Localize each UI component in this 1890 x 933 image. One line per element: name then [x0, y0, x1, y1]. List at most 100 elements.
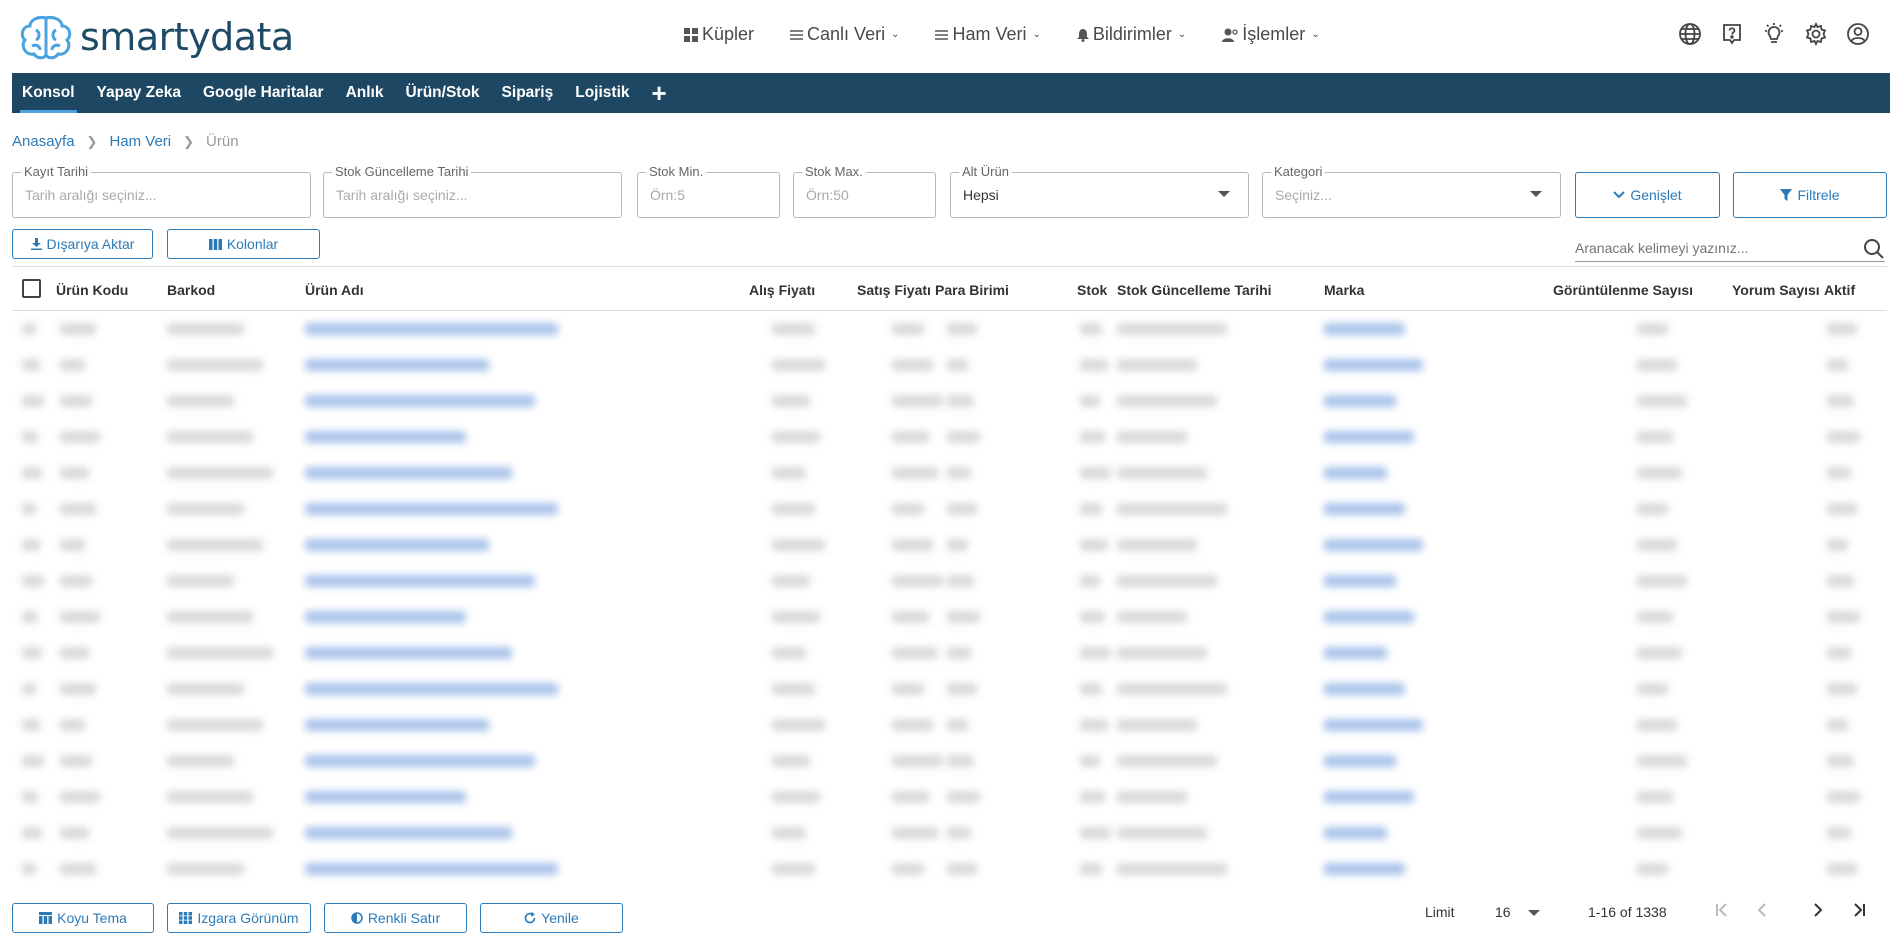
stok-guncelleme-tarihi-field[interactable]: Stok Güncelleme Tarihi Tarih aralığı seç… [323, 164, 622, 218]
search-input[interactable] [1575, 236, 1845, 260]
column-header-alis-fiyati[interactable]: Alış Fiyatı [749, 282, 815, 298]
columns-button[interactable]: Kolonlar [167, 229, 320, 259]
table-cell-placeholder[interactable] [305, 611, 466, 623]
topnav-kupler[interactable]: Küpler [684, 24, 754, 45]
search-icon[interactable] [1863, 238, 1885, 260]
tab-lojistik[interactable]: Lojistik [575, 73, 629, 113]
table-cell-placeholder[interactable] [305, 539, 489, 551]
column-header-goruntulenme-sayisi[interactable]: Görüntülenme Sayısı [1553, 282, 1693, 298]
table-cell-placeholder[interactable] [305, 575, 535, 587]
column-header-satis-fiyati[interactable]: Satış Fiyatı [857, 282, 931, 298]
brand-logo[interactable]: smartydata [18, 14, 294, 60]
table-cell-placeholder[interactable] [305, 683, 558, 695]
table-cell-placeholder[interactable] [1324, 827, 1387, 839]
table-cell-placeholder[interactable] [1324, 575, 1396, 587]
table-row[interactable] [12, 420, 1887, 456]
table-row[interactable] [12, 852, 1887, 888]
tab-anlik[interactable]: Anlık [346, 73, 384, 113]
tab-yapay-zeka[interactable]: Yapay Zeka [97, 73, 181, 113]
table-cell-placeholder[interactable] [1324, 395, 1396, 407]
column-header-urun-kodu[interactable]: Ürün Kodu [56, 282, 128, 298]
theme-bulb-icon[interactable] [1762, 22, 1786, 46]
table-row[interactable] [12, 636, 1887, 672]
next-page-icon[interactable] [1806, 898, 1830, 922]
table-row[interactable] [12, 672, 1887, 708]
select-all-checkbox[interactable] [22, 279, 41, 298]
column-header-stok[interactable]: Stok [1077, 282, 1107, 298]
table-cell-placeholder[interactable] [305, 359, 489, 371]
table-cell-placeholder[interactable] [1324, 431, 1414, 443]
topnav-bildirimler[interactable]: Bildirimler ⌄ [1076, 24, 1186, 45]
table-cell-placeholder[interactable] [1324, 359, 1423, 371]
colored-rows-button[interactable]: Renkli Satır [324, 903, 467, 933]
kayit-tarihi-field[interactable]: Kayıt Tarihi Tarih aralığı seçiniz... [12, 164, 311, 218]
column-header-stok-guncelleme-tarihi[interactable]: Stok Güncelleme Tarihi [1117, 282, 1272, 298]
table-row[interactable] [12, 528, 1887, 564]
kayit-tarihi-input[interactable]: Tarih aralığı seçiniz... [25, 187, 157, 203]
table-cell-placeholder[interactable] [305, 323, 558, 335]
tab-konsol[interactable]: Konsol [20, 73, 77, 113]
grid-view-button[interactable]: Izgara Görünüm [167, 903, 311, 933]
table-row[interactable] [12, 780, 1887, 816]
add-tab-button[interactable]: + [652, 80, 667, 106]
table-row[interactable] [12, 312, 1887, 348]
table-cell-placeholder[interactable] [1324, 539, 1423, 551]
genislet-button[interactable]: Genişlet [1575, 172, 1720, 218]
limit-select[interactable]: 16 [1495, 904, 1511, 920]
table-row[interactable] [12, 744, 1887, 780]
first-page-icon[interactable] [1710, 898, 1734, 922]
globe-icon[interactable] [1678, 22, 1702, 46]
stok-min-input[interactable]: Örn:5 [650, 187, 685, 203]
table-cell-placeholder[interactable] [1324, 791, 1414, 803]
stok-min-field[interactable]: Stok Min. Örn:5 [637, 164, 780, 218]
stok-max-field[interactable]: Stok Max. Örn:50 [793, 164, 936, 218]
settings-gear-icon[interactable] [1804, 22, 1828, 46]
table-cell-placeholder[interactable] [305, 431, 466, 443]
column-header-urun-adi[interactable]: Ürün Adı [305, 282, 364, 298]
table-cell-placeholder[interactable] [305, 791, 466, 803]
user-account-icon[interactable] [1846, 22, 1870, 46]
last-page-icon[interactable] [1847, 898, 1871, 922]
table-row[interactable] [12, 348, 1887, 384]
column-header-marka[interactable]: Marka [1324, 282, 1364, 298]
table-cell-placeholder[interactable] [1324, 647, 1387, 659]
stok-guncelleme-tarihi-input[interactable]: Tarih aralığı seçiniz... [336, 187, 468, 203]
table-cell-placeholder[interactable] [305, 647, 512, 659]
breadcrumb-section[interactable]: Ham Veri [109, 133, 171, 150]
breadcrumb-home[interactable]: Anasayfa [12, 133, 75, 150]
help-icon[interactable] [1720, 22, 1744, 46]
dropdown-caret-icon[interactable] [1528, 910, 1540, 916]
export-button[interactable]: Dışarıya Aktar [12, 229, 153, 259]
previous-page-icon[interactable] [1750, 898, 1774, 922]
table-row[interactable] [12, 600, 1887, 636]
column-header-barkod[interactable]: Barkod [167, 282, 215, 298]
alt-urun-select[interactable]: Alt Ürün Hepsi [950, 164, 1249, 218]
table-cell-placeholder[interactable] [1324, 503, 1405, 515]
topnav-islemler[interactable]: İşlemler ⌄ [1222, 24, 1320, 45]
table-cell-placeholder[interactable] [1324, 611, 1414, 623]
table-cell-placeholder[interactable] [1324, 323, 1405, 335]
topnav-ham-veri[interactable]: Ham Veri ⌄ [935, 24, 1041, 45]
tab-siparis[interactable]: Sipariş [502, 73, 554, 113]
table-cell-placeholder[interactable] [305, 719, 489, 731]
table-row[interactable] [12, 384, 1887, 420]
dark-theme-button[interactable]: Koyu Tema [12, 903, 154, 933]
table-row[interactable] [12, 708, 1887, 744]
refresh-button[interactable]: Yenile [480, 903, 623, 933]
table-cell-placeholder[interactable] [305, 755, 535, 767]
topnav-canli-veri[interactable]: Canlı Veri ⌄ [790, 24, 899, 45]
tab-urun-stok[interactable]: Ürün/Stok [405, 73, 479, 113]
stok-max-input[interactable]: Örn:50 [806, 187, 849, 203]
table-cell-placeholder[interactable] [1324, 863, 1405, 875]
table-cell-placeholder[interactable] [1324, 755, 1396, 767]
table-cell-placeholder[interactable] [305, 467, 512, 479]
table-row[interactable] [12, 492, 1887, 528]
table-cell-placeholder[interactable] [1324, 719, 1423, 731]
column-header-para-birimi[interactable]: Para Birimi [935, 282, 1009, 298]
filtrele-button[interactable]: Filtrele [1733, 172, 1887, 218]
table-cell-placeholder[interactable] [1324, 467, 1387, 479]
table-cell-placeholder[interactable] [305, 503, 558, 515]
table-cell-placeholder[interactable] [305, 863, 558, 875]
kategori-select[interactable]: Kategori Seçiniz... [1262, 164, 1561, 218]
table-row[interactable] [12, 564, 1887, 600]
